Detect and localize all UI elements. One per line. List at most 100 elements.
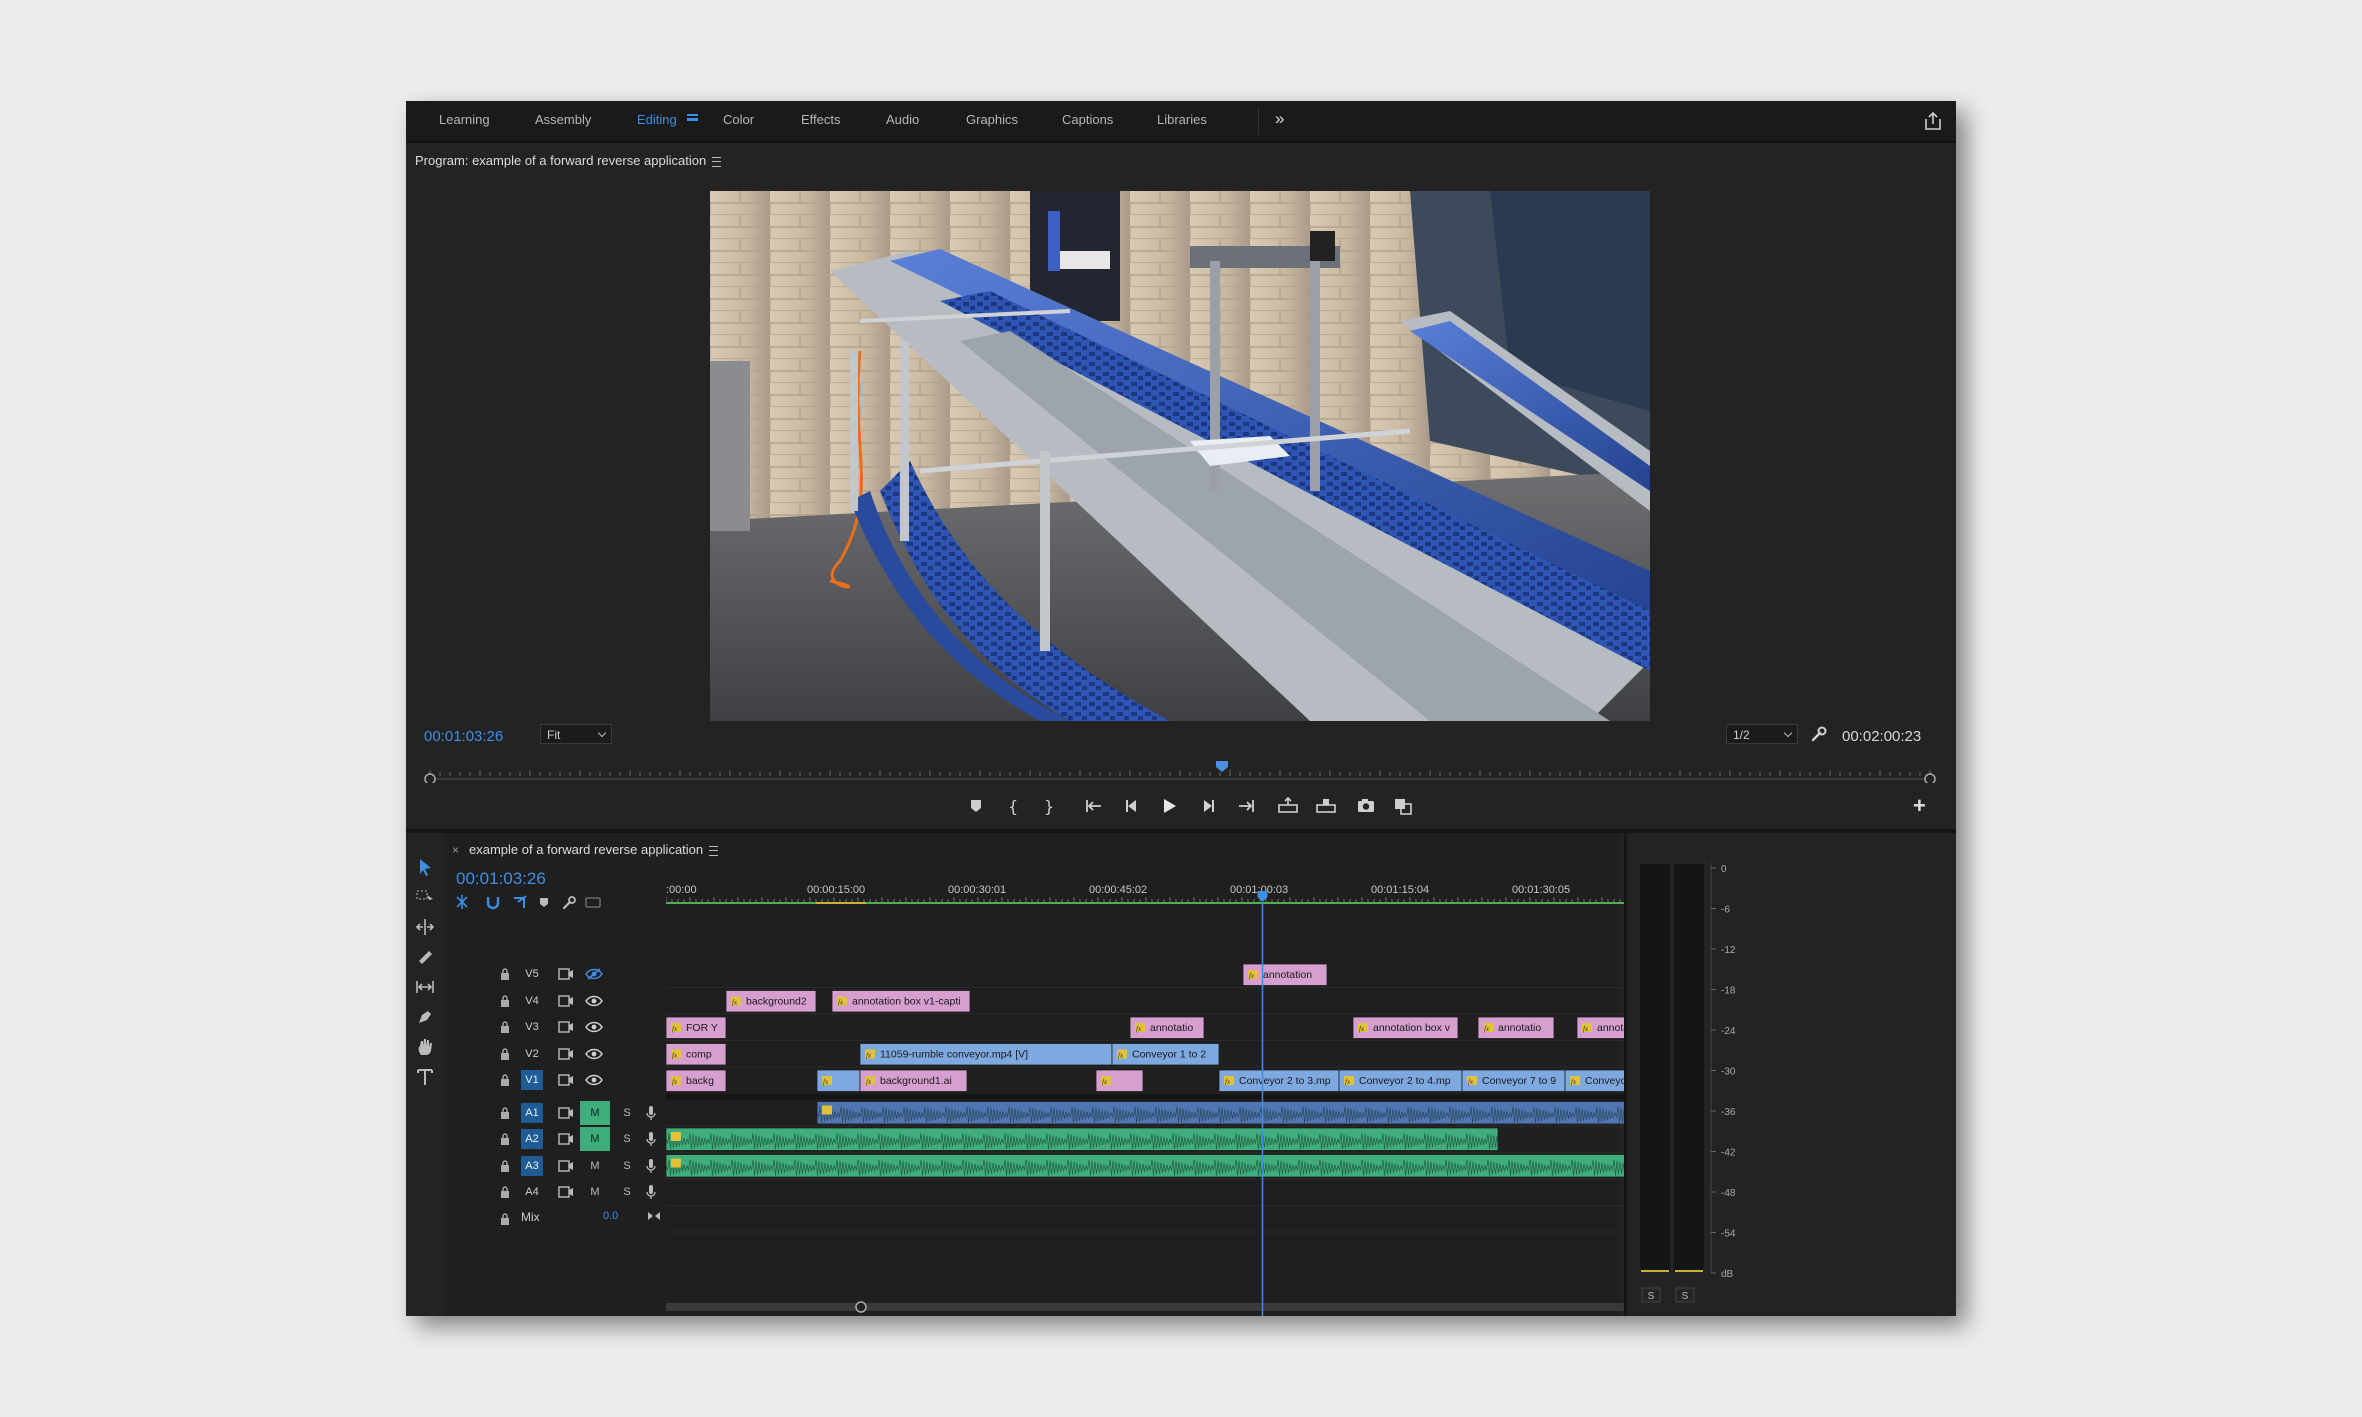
hand-tool-icon[interactable] xyxy=(413,1035,437,1059)
program-time-ruler[interactable] xyxy=(422,761,1938,783)
lift-icon[interactable] xyxy=(1273,791,1303,821)
eye-icon[interactable] xyxy=(585,1047,603,1061)
timeline-current-timecode[interactable]: 00:01:03:26 xyxy=(456,869,546,889)
go-to-out-icon[interactable] xyxy=(1231,791,1261,821)
voiceover-mic-icon[interactable] xyxy=(645,1184,657,1200)
mute-button[interactable]: M xyxy=(580,1154,610,1178)
timeline-settings-wrench-icon[interactable] xyxy=(562,896,576,910)
track-target-a2[interactable]: A2 xyxy=(521,1129,543,1149)
clip-conveyor-2-to-3[interactable]: fx Conveyor 2 to 3.mp xyxy=(1218,1069,1340,1092)
track-select-tool-icon[interactable] xyxy=(413,885,437,909)
export-frame-camera-icon[interactable] xyxy=(1351,791,1381,821)
clip-annotatio[interactable]: fx annotatio xyxy=(1129,1016,1205,1039)
voiceover-mic-icon[interactable] xyxy=(645,1158,657,1174)
eye-off-icon[interactable] xyxy=(585,967,603,981)
track-target-a4[interactable]: A4 xyxy=(521,1182,543,1202)
sequence-tab[interactable]: × example of a forward reverse applicatio… xyxy=(452,842,719,857)
tab-audio[interactable]: Audio xyxy=(886,101,919,141)
track-lock-icon[interactable] xyxy=(499,1106,511,1120)
audio-clip-a3[interactable] xyxy=(666,1154,1699,1178)
clip-conveyor-7-to-9[interactable]: fx Conveyor 7 to 9 xyxy=(1461,1069,1566,1092)
solo-left-button[interactable]: S xyxy=(1648,1291,1655,1302)
eye-icon[interactable] xyxy=(585,1073,603,1087)
sync-lock-icon[interactable] xyxy=(558,1020,574,1034)
eye-icon[interactable] xyxy=(585,1020,603,1034)
clip-for-y[interactable]: fx FOR Y xyxy=(666,1016,727,1039)
tab-assembly[interactable]: Assembly xyxy=(535,101,591,141)
clip-annotatio-2[interactable]: fx annotatio xyxy=(1477,1016,1555,1039)
track-lock-icon[interactable] xyxy=(499,1020,511,1034)
clip-comp[interactable]: fx comp xyxy=(666,1043,727,1066)
sync-lock-icon[interactable] xyxy=(558,1132,574,1146)
panel-menu-icon[interactable] xyxy=(712,156,722,167)
linked-selection-icon[interactable] xyxy=(514,895,527,908)
sync-lock-icon[interactable] xyxy=(558,994,574,1008)
scroll-handle-right[interactable] xyxy=(855,1301,867,1313)
slip-tool-icon[interactable] xyxy=(413,975,437,999)
clip-annotation-box[interactable]: fx annotation box v1-capti xyxy=(831,990,971,1013)
program-playhead[interactable] xyxy=(1216,761,1228,772)
solo-button[interactable]: S xyxy=(620,1154,634,1178)
wrench-icon[interactable] xyxy=(1810,725,1828,743)
tab-learning[interactable]: Learning xyxy=(439,101,490,141)
mix-collapse-icon[interactable] xyxy=(647,1209,661,1223)
more-workspaces-icon[interactable]: » xyxy=(1275,109,1284,129)
track-target-v2[interactable]: V2 xyxy=(521,1044,543,1064)
share-icon[interactable] xyxy=(1922,110,1944,132)
program-current-timecode[interactable]: 00:01:03:26 xyxy=(424,728,503,745)
voiceover-mic-icon[interactable] xyxy=(645,1105,657,1121)
tab-graphics[interactable]: Graphics xyxy=(966,101,1018,141)
mute-button[interactable]: M xyxy=(580,1100,610,1125)
track-lock-icon[interactable] xyxy=(499,1073,511,1087)
clip-background[interactable]: fx backg xyxy=(666,1069,727,1092)
clip-background1-ai[interactable]: fx background1.ai xyxy=(859,1069,968,1092)
razor-tool-icon[interactable] xyxy=(413,945,437,969)
step-forward-icon[interactable] xyxy=(1193,791,1223,821)
clip-annotation[interactable]: fx annotation xyxy=(1242,963,1328,986)
audio-clip-a1[interactable] xyxy=(816,1101,1699,1125)
mark-out-icon[interactable]: } xyxy=(1033,791,1063,821)
captions-icon[interactable] xyxy=(585,897,601,908)
add-marker-icon[interactable] xyxy=(961,791,991,821)
add-button-icon[interactable]: + xyxy=(1913,793,1926,819)
voiceover-mic-icon[interactable] xyxy=(645,1131,657,1147)
add-marker-icon[interactable] xyxy=(540,898,548,907)
track-lock-icon[interactable] xyxy=(499,1212,511,1226)
sync-lock-icon[interactable] xyxy=(558,967,574,981)
solo-button[interactable]: S xyxy=(620,1127,634,1151)
step-back-icon[interactable] xyxy=(1117,791,1147,821)
track-lock-icon[interactable] xyxy=(499,1047,511,1061)
tab-libraries[interactable]: Libraries xyxy=(1157,101,1207,141)
workspace-menu-icon[interactable] xyxy=(687,114,698,121)
clip-rumble-conveyor[interactable]: fx 11059-rumble conveyor.mp4 [V] xyxy=(859,1043,1113,1066)
nest-sequence-icon[interactable] xyxy=(456,895,468,909)
track-target-v1[interactable]: V1 xyxy=(521,1070,543,1090)
mix-volume-value[interactable]: 0.0 xyxy=(603,1210,618,1222)
track-lock-icon[interactable] xyxy=(499,967,511,981)
selection-tool-icon[interactable] xyxy=(413,855,437,879)
clip-still[interactable]: fx xyxy=(1095,1069,1144,1092)
solo-right-button[interactable]: S xyxy=(1682,1291,1689,1302)
extract-icon[interactable] xyxy=(1311,791,1341,821)
clip-background2[interactable]: fx background2 xyxy=(725,990,817,1013)
pen-tool-icon[interactable] xyxy=(413,1005,437,1029)
ripple-edit-tool-icon[interactable] xyxy=(413,915,437,939)
clip-video-segment[interactable]: fx xyxy=(816,1069,861,1092)
mute-button[interactable]: M xyxy=(580,1127,610,1151)
solo-button[interactable]: S xyxy=(620,1101,634,1125)
mark-in-icon[interactable]: { xyxy=(997,791,1027,821)
tab-captions[interactable]: Captions xyxy=(1062,101,1113,141)
sync-lock-icon[interactable] xyxy=(558,1073,574,1087)
snap-magnet-icon[interactable] xyxy=(486,897,500,910)
play-icon[interactable] xyxy=(1154,791,1184,821)
type-tool-icon[interactable] xyxy=(413,1065,437,1089)
clip-conveyor-2-to-4[interactable]: fx Conveyor 2 to 4.mp xyxy=(1338,1069,1463,1092)
zoom-level-select[interactable]: Fit xyxy=(540,724,612,744)
track-target-v3[interactable]: V3 xyxy=(521,1017,543,1037)
go-to-in-icon[interactable] xyxy=(1079,791,1109,821)
clip-annotation-box-v[interactable]: fx annotation box v xyxy=(1352,1016,1459,1039)
track-target-a3[interactable]: A3 xyxy=(521,1155,543,1176)
sync-lock-icon[interactable] xyxy=(558,1047,574,1061)
track-target-v4[interactable]: V4 xyxy=(521,991,543,1011)
track-target-a1[interactable]: A1 xyxy=(521,1102,543,1123)
